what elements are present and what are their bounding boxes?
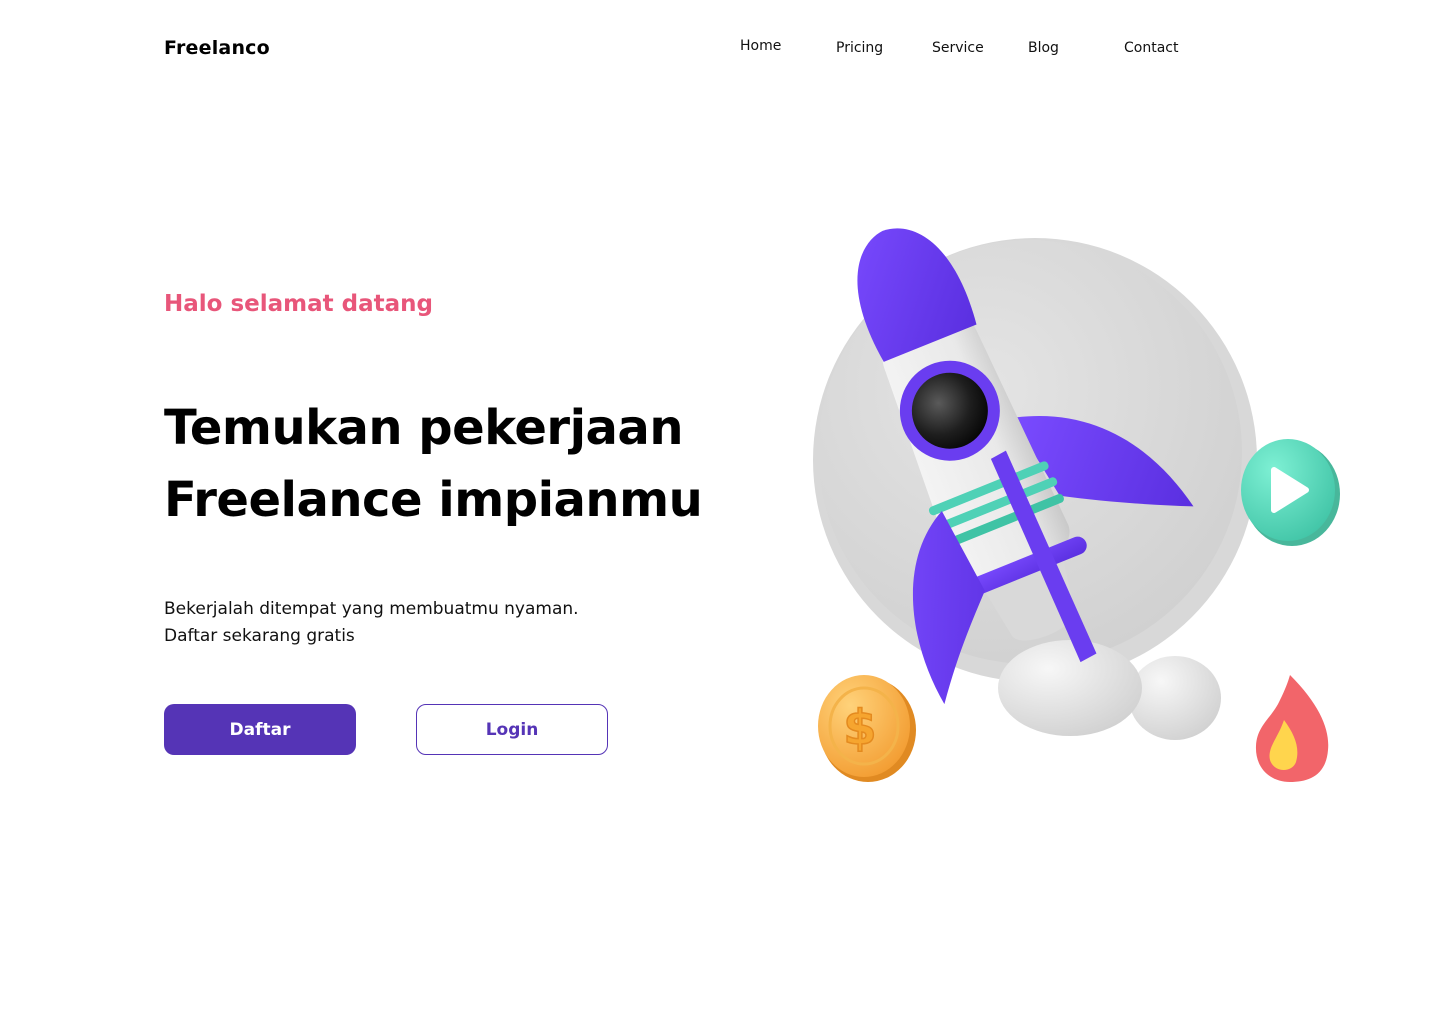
hero-headline-line-2: Freelance impianmu: [164, 472, 703, 528]
daftar-button[interactable]: Daftar: [164, 704, 356, 755]
nav-link-blog[interactable]: Blog: [1028, 38, 1059, 58]
nav-link-home[interactable]: Home: [740, 36, 781, 56]
hero-description: Bekerjalah ditempat yang membuatmu nyama…: [164, 596, 579, 650]
nav-link-contact[interactable]: Contact: [1124, 38, 1178, 58]
fire-icon: [1255, 675, 1329, 782]
coin-symbol: $: [843, 700, 876, 756]
hero-headline-line-1: Temukan pekerjaan: [164, 400, 683, 456]
hero-description-line-1: Bekerjalah ditempat yang membuatmu nyama…: [164, 599, 579, 619]
smoke-icon: [998, 640, 1221, 740]
nav-link-service[interactable]: Service: [932, 38, 984, 58]
brand-logo[interactable]: Freelanco: [164, 36, 270, 60]
hero-description-line-2: Daftar sekarang gratis: [164, 626, 355, 646]
hero-headline: Temukan pekerjaan Freelance impianmu: [164, 392, 703, 536]
play-icon: [1241, 439, 1340, 546]
hero-greeting: Halo selamat datang: [164, 291, 433, 317]
login-button[interactable]: Login: [416, 704, 608, 755]
nav-link-pricing[interactable]: Pricing: [836, 38, 883, 58]
coin-icon: $: [818, 675, 916, 782]
hero-illustration: $: [780, 220, 1360, 800]
illustration-svg: $: [813, 228, 1340, 782]
landing-page: Freelanco Home Pricing Service Blog Cont…: [0, 0, 1440, 1024]
